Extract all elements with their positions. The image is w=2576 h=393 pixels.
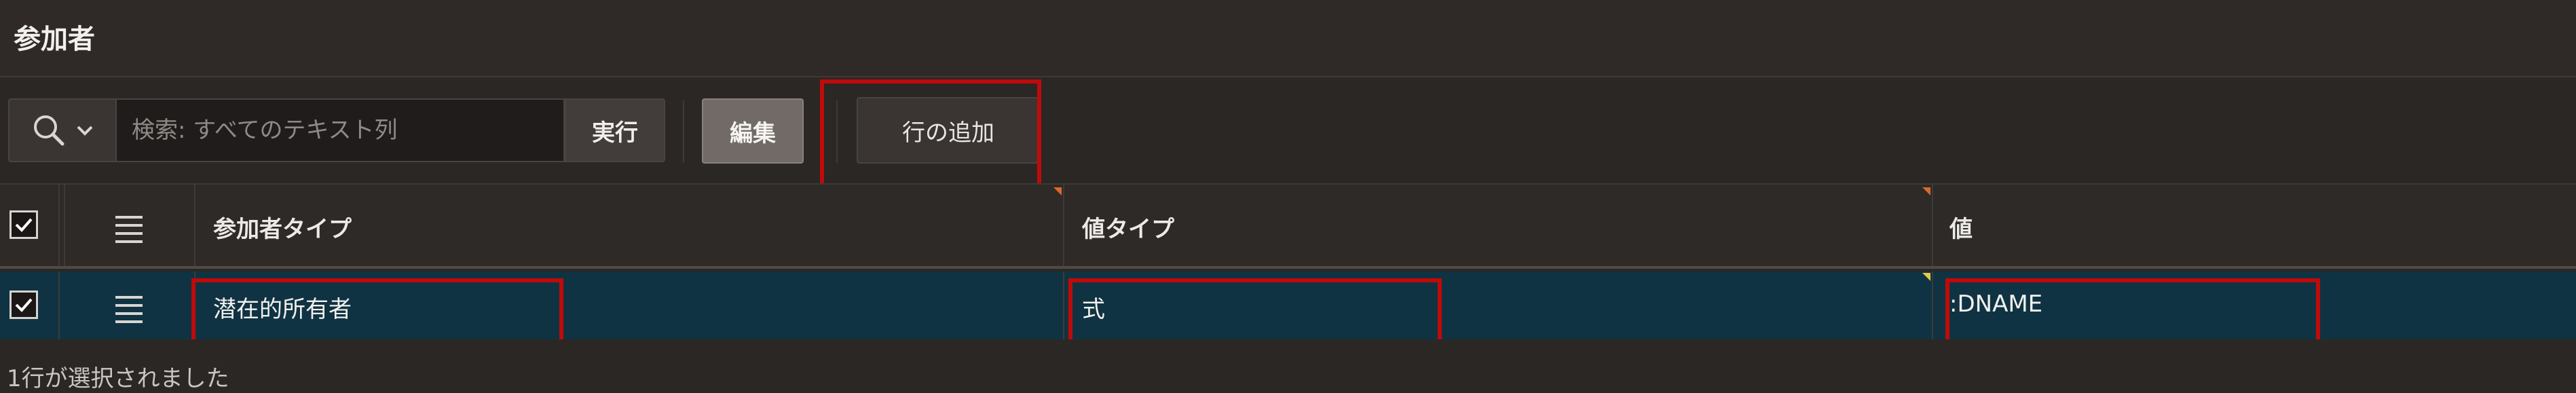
- search-column-button[interactable]: [8, 98, 115, 162]
- column-divider: [64, 185, 65, 266]
- column-header-value-type[interactable]: 値タイプ: [1082, 210, 1174, 244]
- toolbar-divider: [683, 100, 684, 163]
- column-divider: [58, 185, 60, 266]
- row-menu-icon[interactable]: [115, 216, 143, 248]
- column-divider: [1063, 185, 1064, 266]
- column-divider: [194, 185, 195, 266]
- checkbox-checked-icon: [15, 218, 33, 232]
- column-divider: [1063, 272, 1064, 339]
- column-header-value[interactable]: 値: [1949, 210, 1973, 244]
- grid-header-row: [0, 185, 2576, 269]
- search-icon: [34, 115, 64, 146]
- region-header: 参加者: [0, 0, 2576, 77]
- annotation-highlight-add-row: [820, 79, 1041, 189]
- column-divider: [1932, 185, 1933, 266]
- checkbox-checked-icon: [15, 298, 33, 312]
- grid-footer: [0, 339, 2576, 384]
- column-divider: [58, 272, 60, 339]
- sort-indicator: [1922, 187, 1930, 195]
- search-input[interactable]: 検索: すべてのテキスト列: [115, 98, 565, 162]
- column-divider: [1932, 272, 1933, 339]
- selection-status: 1行が選択されました: [7, 365, 229, 392]
- go-button[interactable]: 実行: [565, 98, 665, 162]
- cell-change-indicator: [1922, 273, 1930, 281]
- region-title: 参加者: [14, 24, 95, 55]
- select-all-checkbox[interactable]: [10, 210, 38, 239]
- column-header-participant-type[interactable]: 参加者タイプ: [213, 210, 352, 244]
- row-select-checkbox[interactable]: [10, 291, 38, 319]
- chevron-down-icon: [77, 126, 93, 136]
- edit-button[interactable]: 編集: [702, 98, 804, 164]
- sort-indicator: [1053, 187, 1062, 195]
- row-menu-icon[interactable]: [115, 296, 143, 329]
